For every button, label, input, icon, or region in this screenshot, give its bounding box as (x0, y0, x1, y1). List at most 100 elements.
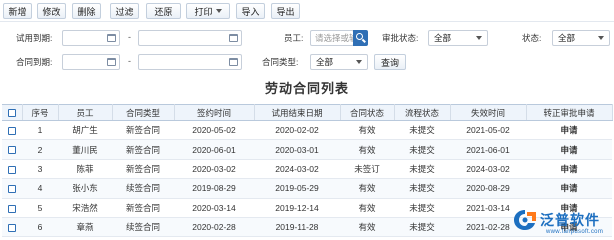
flow-status-cell: 未提交 (394, 198, 450, 218)
apply-link[interactable]: 申请 (526, 120, 612, 141)
calendar-icon[interactable] (107, 58, 116, 66)
contract-status-cell: 有效 (340, 139, 394, 160)
probation-end-cell: 2020-02-02 (254, 120, 340, 141)
contract-type-cell: 新签合同 (112, 139, 174, 160)
contract-type-cell: 新签合同 (112, 198, 174, 218)
employee-label: 员工: (284, 33, 304, 43)
employee-link[interactable]: 陈菲 (58, 159, 112, 180)
select-all-checkbox[interactable] (7, 109, 16, 118)
expire-date-cell: 2020-08-29 (450, 178, 526, 199)
probation-end-cell: 2024-03-02 (254, 159, 340, 180)
expire-date-cell: 2024-03-02 (450, 159, 526, 180)
probation-end-cell: 2020-03-01 (254, 139, 340, 160)
expire-date-cell: 2021-06-01 (450, 139, 526, 160)
range-dash: - (128, 32, 131, 42)
restore-button[interactable]: 还原 (146, 3, 181, 19)
flow-status-cell: 未提交 (394, 217, 450, 238)
delete-button[interactable]: 删除 (72, 3, 101, 19)
apply-link[interactable]: 申请 (526, 178, 612, 199)
brand-logo: 泛普软件 www.fanpusoft.com (506, 204, 614, 240)
column-header: 转正审批申请 (526, 104, 613, 121)
edit-button[interactable]: 修改 (37, 3, 66, 19)
select-all-cell[interactable] (2, 104, 23, 121)
probation-end-date-field[interactable] (138, 30, 242, 46)
column-header: 失效时间 (450, 104, 527, 121)
row-number: 4 (22, 178, 58, 199)
calendar-icon[interactable] (229, 58, 238, 66)
approval-status-value: 全部 (434, 33, 452, 43)
row-checkbox[interactable] (8, 185, 16, 194)
signed-date-cell: 2020-05-02 (174, 120, 254, 141)
flow-status-cell: 未提交 (394, 139, 450, 160)
filter-button[interactable]: 过滤 (110, 3, 139, 19)
contract-type-select[interactable]: 全部 (310, 54, 368, 70)
column-header: 签约时间 (174, 104, 255, 121)
signed-date-cell: 2020-02-28 (174, 217, 254, 238)
table-row[interactable]: 1 胡广生 新签合同 2020-05-02 2020-02-02 有效 未提交 … (2, 120, 612, 141)
calendar-icon[interactable] (107, 34, 116, 42)
table-header-row: 序号 员工 合同类型 签约时间 试用结束日期 合同状态 流程状态 失效时间 转正… (2, 104, 613, 121)
contract-end-label: 合同到期: (16, 57, 53, 67)
probation-end-cell: 2019-11-28 (254, 217, 340, 238)
table-row[interactable]: 2 董川民 新签合同 2020-06-01 2020-03-01 有效 未提交 … (2, 139, 612, 160)
contract-status-cell: 未签订 (340, 159, 394, 180)
employee-search-button[interactable] (353, 30, 368, 46)
column-header: 流程状态 (394, 104, 451, 121)
calendar-icon[interactable] (229, 34, 238, 42)
print-label: 打印 (194, 6, 213, 17)
import-button[interactable]: 导入 (236, 3, 265, 19)
signed-date-cell: 2020-03-02 (174, 159, 254, 180)
table-row[interactable]: 4 张小东 续签合同 2019-08-29 2019-05-29 有效 未提交 … (2, 178, 612, 199)
flow-status-cell: 未提交 (394, 159, 450, 180)
row-checkbox[interactable] (8, 146, 16, 155)
row-number: 6 (22, 217, 58, 238)
chevron-down-icon (476, 36, 482, 40)
employee-input[interactable]: 请选择或输入 (310, 30, 354, 46)
expire-date-cell: 2021-05-02 (450, 120, 526, 141)
employee-link[interactable]: 宋浩然 (58, 198, 112, 218)
query-button[interactable]: 查询 (374, 54, 406, 70)
employee-link[interactable]: 胡广生 (58, 120, 112, 141)
column-header: 试用结束日期 (254, 104, 341, 121)
employee-link[interactable]: 董川民 (58, 139, 112, 160)
flow-status-cell: 未提交 (394, 178, 450, 199)
logo-url: www.fanpusoft.com (546, 229, 604, 235)
signed-date-cell: 2020-06-01 (174, 139, 254, 160)
contract-status-cell: 有效 (340, 217, 394, 238)
probation-start-date-field[interactable] (62, 30, 120, 46)
row-checkbox[interactable] (8, 204, 16, 213)
row-checkbox[interactable] (8, 126, 16, 135)
column-header: 序号 (22, 104, 59, 121)
contract-type-cell: 新签合同 (112, 120, 174, 141)
column-header: 员工 (58, 104, 113, 121)
contract-end-date-field[interactable] (138, 54, 242, 70)
apply-link[interactable]: 申请 (526, 159, 612, 180)
logo-name: 泛普软件 (540, 212, 600, 228)
column-header: 合同状态 (340, 104, 395, 121)
employee-link[interactable]: 张小东 (58, 178, 112, 199)
export-button[interactable]: 导出 (271, 3, 300, 19)
approval-status-select[interactable]: 全部 (428, 30, 488, 46)
approval-status-label: 审批状态: (382, 33, 419, 43)
row-checkbox[interactable] (8, 165, 16, 174)
contract-start-date-field[interactable] (62, 54, 120, 70)
logo-icon (514, 210, 536, 230)
signed-date-cell: 2019-08-29 (174, 178, 254, 199)
status-value: 全部 (558, 33, 576, 43)
signed-date-cell: 2020-03-14 (174, 198, 254, 218)
contract-type-cell: 续签合同 (112, 178, 174, 199)
range-dash: - (128, 56, 131, 66)
row-number: 1 (22, 120, 58, 141)
row-number: 5 (22, 198, 58, 218)
new-button[interactable]: 新增 (3, 3, 32, 19)
table-row[interactable]: 3 陈菲 新签合同 2020-03-02 2024-03-02 未签订 未提交 … (2, 159, 612, 180)
status-select[interactable]: 全部 (552, 30, 610, 46)
column-header: 合同类型 (112, 104, 175, 121)
apply-link[interactable]: 申请 (526, 139, 612, 160)
chevron-down-icon (215, 9, 222, 13)
employee-link[interactable]: 章燕 (58, 217, 112, 238)
probation-end-cell: 2019-05-29 (254, 178, 340, 199)
print-button[interactable]: 打印 (186, 3, 230, 19)
status-label: 状态: (522, 33, 542, 43)
row-checkbox[interactable] (8, 223, 16, 232)
